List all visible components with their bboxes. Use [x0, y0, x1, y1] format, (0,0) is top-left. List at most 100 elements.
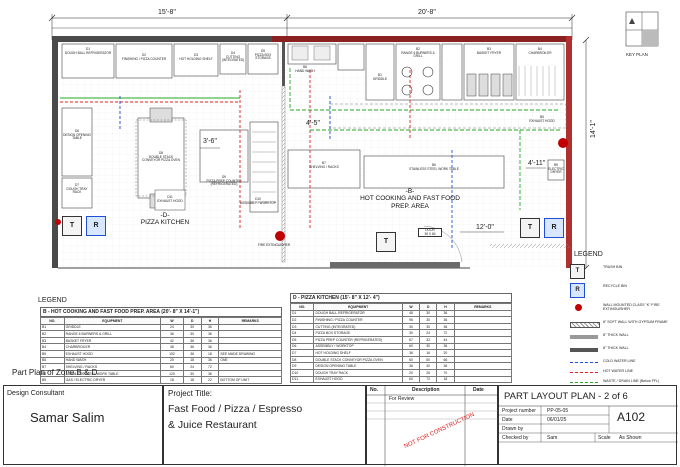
project-number-label: Project number — [502, 408, 536, 414]
table-cell: PIZZA PREP COUNTER (REFRIGERATED) — [313, 335, 403, 344]
table-cell: 18 — [436, 375, 455, 384]
table-cell: 36 — [200, 323, 220, 332]
table-cell: BOTTOM OF UNIT — [218, 376, 282, 384]
table-cell: B2 — [40, 330, 65, 338]
item-name: BASKET FRYER — [476, 50, 502, 55]
legend-text: HOT WATER LINE — [603, 369, 634, 373]
rev-head-no: No. — [370, 387, 379, 393]
table-cell: GAS / ELECTRIC DRYER — [63, 376, 162, 384]
revision-cell: No. Description Date For Review NOT FOR … — [366, 385, 499, 466]
table-b-header-cell: NO. — [40, 317, 65, 325]
item-b1: B1 GRIDDLE — [367, 73, 393, 81]
table-row: B5 EXHAUST HOOD 192 36 18 SEE MADE DRAWING — [40, 349, 282, 358]
table-cell: HAND WASH — [63, 356, 162, 365]
zone-d-name: PIZZA KITCHEN — [140, 219, 190, 227]
table-cell: 30 — [419, 316, 438, 324]
table-cell: EXHAUST HOOD — [313, 375, 403, 384]
table-cell: 60 — [401, 342, 421, 351]
table-cell: B9 — [40, 376, 65, 384]
table-cell: 36 — [401, 362, 421, 370]
table-cell: D7 — [289, 349, 315, 357]
table-cell: 32 — [419, 335, 438, 344]
table-cell: 18 — [160, 376, 184, 384]
table-cell — [218, 336, 282, 345]
table-b-header-cell: REMARKS — [218, 317, 282, 325]
dimension-top-left: 15'-8" — [158, 9, 176, 16]
table-d-header-cell: EQUIPMENT — [313, 303, 403, 311]
table-cell: B6 — [40, 356, 65, 365]
project-line-1: Fast Food / Pizza / Espresso — [168, 403, 303, 415]
table-cell: RANGE 6 BURNERS & GRILL — [63, 330, 162, 338]
key-plan-label: KEY PLAN — [626, 52, 648, 57]
trash-bin-3: T — [520, 218, 540, 238]
table-cell: HOT HOLDING SHELF — [313, 349, 403, 357]
legend-title: LEGEND — [574, 251, 603, 258]
table-cell: 36 — [436, 342, 455, 351]
item-d11: D11 EXHAUST HOOD — [156, 195, 184, 203]
item-d9: D9 PIZZA PREP COUNTER (REFRIGERATED) — [201, 175, 247, 187]
table-d-header-cell: NO. — [289, 303, 315, 311]
item-b7: B7 SHELVING / RACKS — [290, 161, 358, 169]
table-cell: CHARBROILER — [63, 343, 162, 351]
table-cell — [453, 342, 513, 351]
rev-head-desc: Description — [412, 387, 440, 393]
table-cell: 60 — [401, 355, 421, 364]
item-name: EXHAUST HOOD — [157, 198, 183, 203]
table-cell: 24 — [419, 329, 438, 337]
table-cell: 22 — [200, 376, 220, 384]
table-cell: 192 — [160, 349, 184, 358]
table-cell: ASSEMBLY / WORKTOP — [313, 342, 403, 351]
project-number: PP-05-05 — [547, 408, 569, 414]
legend-item: R RECYCLE BIN — [570, 283, 674, 298]
table-cell: 30 — [182, 330, 202, 338]
item-name: DESIGN OPENING TABLE — [63, 132, 91, 141]
dimension-right: 14'-1" — [590, 120, 597, 138]
table-cell: 36 — [436, 362, 455, 370]
table-row: D3 CUTTING (INTEGRATED) 30 30 36 — [289, 322, 513, 331]
legend-text: TRASH BIN — [603, 265, 623, 269]
table-cell: FINISHING / PIZZA COUNTER — [313, 316, 403, 324]
item-name: PIZZA BOX STORAGE — [254, 52, 272, 61]
item-name: FINISHING / PIZZA COUNTER — [121, 56, 167, 61]
item-d5: D5 PIZZA BOX STORAGE — [249, 49, 277, 61]
table-cell: 70 — [436, 368, 455, 377]
table-d-header-cell: D — [419, 303, 438, 311]
table-b-header-cell: W — [160, 317, 184, 325]
legend-text: WASTE / DRAIN LINE (Below FFL) — [603, 379, 660, 383]
table-cell — [453, 375, 513, 384]
table-b-title: B - HOT COOKING AND FAST FOOD PREP. AREA… — [40, 307, 282, 317]
table-cell: 36 — [182, 336, 202, 345]
table-cell: CUTTING (INTEGRATED) — [313, 322, 403, 331]
legend-text: 8" THICK WALL — [603, 333, 629, 337]
table-cell: D5 — [289, 335, 315, 344]
drawing-caption: Part Plan of Zone B & D — [12, 368, 98, 377]
dimension-mid-3: 4'-11" — [528, 160, 546, 167]
table-cell: 26 — [419, 368, 438, 377]
table-row: D1 DOUGH BALL REFRIGERATOR 48 30 36 — [289, 309, 513, 318]
table-row: B3 BASKET FRYER 42 36 36 — [40, 336, 282, 345]
scale-value: As Shown — [619, 435, 642, 441]
table-cell: B4 — [40, 343, 65, 351]
table-cell: GRIDDLE — [63, 323, 162, 332]
item-d3: D3 HOT HOLDING SHELF — [176, 53, 216, 61]
table-cell: 72 — [436, 329, 455, 337]
item-name: ASSEMBLY / WORKTOP — [240, 200, 276, 205]
recycle-bin-2: R — [544, 218, 564, 238]
table-cell — [218, 363, 282, 371]
legend-swatch — [570, 348, 598, 352]
table-cell: 48 — [160, 343, 184, 351]
table-row: D11 EXHAUST HOOD 60 72 18 — [289, 375, 513, 384]
table-cell: B3 — [40, 336, 65, 345]
door-size: 36 X 84 — [424, 231, 436, 236]
item-b6: B6 STAINLESS STEEL WORK TABLE — [366, 163, 502, 171]
table-cell: DOUGH TRAY RACK — [313, 368, 403, 377]
table-cell: 24 — [182, 363, 202, 371]
table-cell: EXHAUST HOOD — [63, 349, 162, 358]
table-cell: D11 — [289, 375, 315, 384]
table-cell: D6 — [289, 342, 315, 351]
item-b3: B3 BASKET FRYER — [465, 47, 513, 55]
item-b5: B5 EXHAUST HOOD — [520, 115, 564, 123]
table-cell — [453, 362, 513, 370]
table-cell — [453, 368, 513, 377]
table-row: D2 FINISHING / PIZZA COUNTER 96 30 36 — [289, 316, 513, 324]
